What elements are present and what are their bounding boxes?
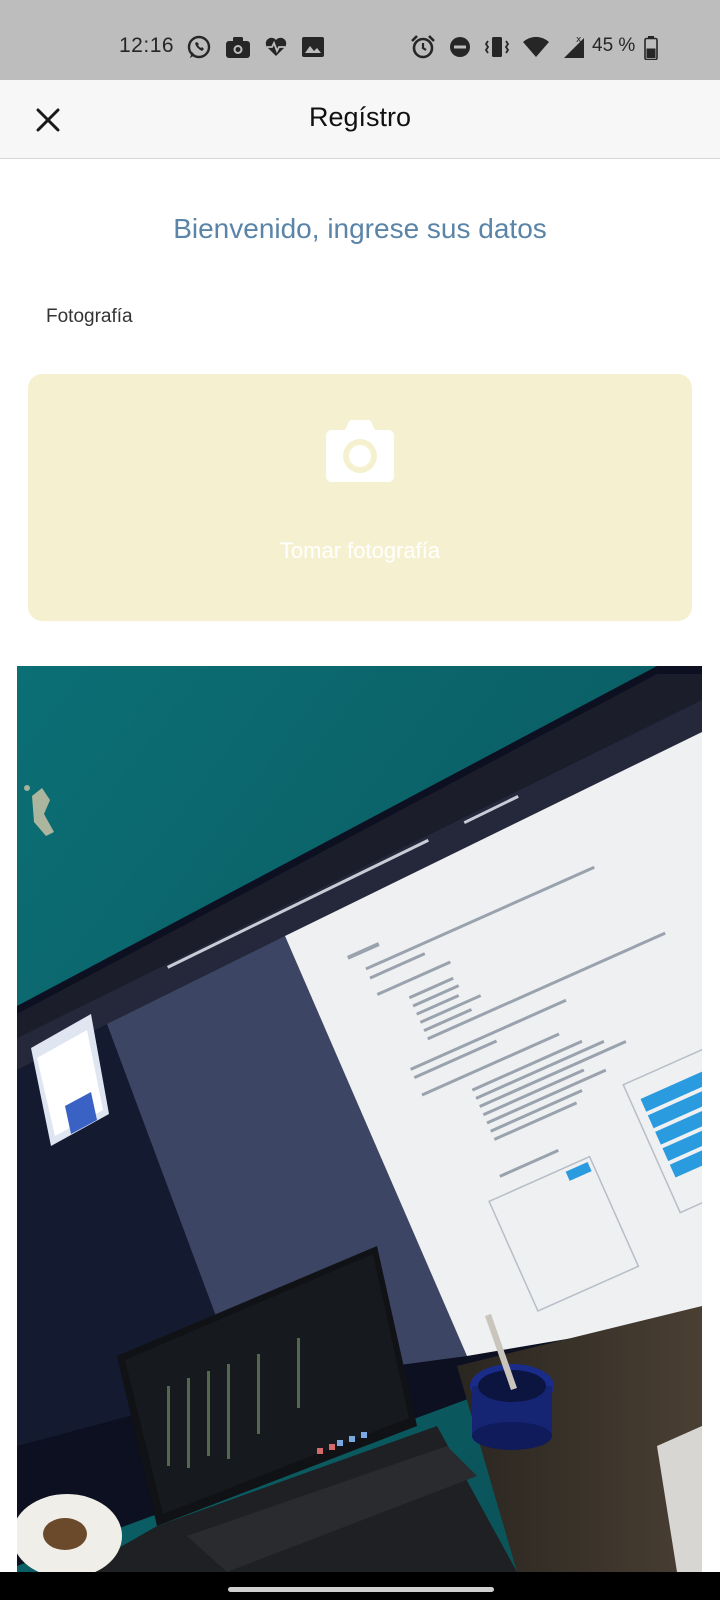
app-bar: Regístro: [0, 80, 720, 159]
page-title: Regístro: [308, 102, 412, 132]
do-not-disturb-icon: [448, 35, 472, 59]
wifi-icon: [522, 36, 550, 58]
welcome-heading: Bienvenido, ingrese sus datos: [173, 213, 547, 244]
home-gesture-handle[interactable]: [228, 1587, 494, 1592]
photo-preview: [17, 666, 702, 1572]
take-photo-label: Tomar fotografía: [279, 538, 441, 563]
take-photo-button[interactable]: Tomar fotografía: [28, 374, 692, 621]
captured-photo: [17, 666, 702, 1572]
status-left-icons: [186, 34, 325, 60]
battery-percentage: 45 %: [592, 35, 636, 56]
heart-monitor-icon: [264, 36, 288, 58]
alarm-icon: [410, 34, 436, 60]
vibrate-icon: [484, 35, 510, 59]
battery-icon: [644, 36, 658, 65]
status-right-icons: x: [410, 34, 588, 60]
status-bar: 12:16 x 45 %: [0, 0, 720, 80]
camera-status-icon: [225, 35, 251, 59]
signal-icon: x: [562, 34, 588, 60]
photo-field-label: Fotografía: [46, 306, 133, 327]
svg-text:x: x: [576, 35, 582, 45]
image-icon: [301, 36, 325, 58]
navigation-bar: [0, 1572, 720, 1600]
whatsapp-icon: [186, 34, 212, 60]
camera-icon: [324, 418, 396, 489]
status-time: 12:16: [119, 34, 175, 57]
